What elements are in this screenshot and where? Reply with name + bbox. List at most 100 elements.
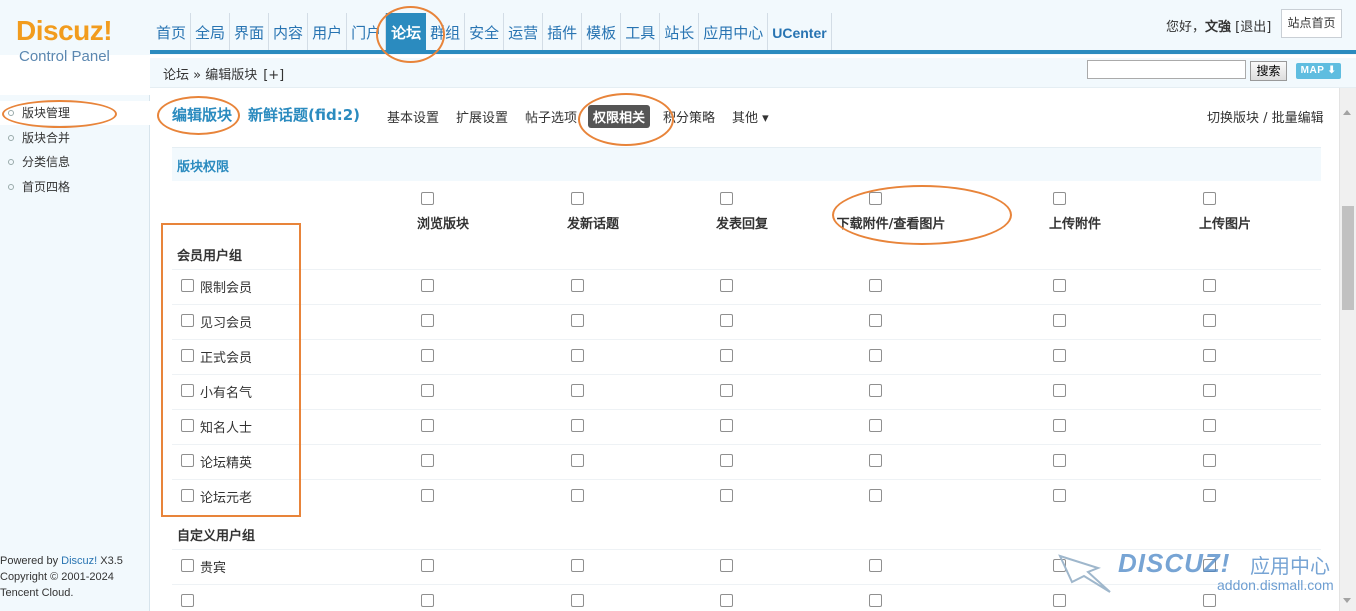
permission-checkbox[interactable] [421, 384, 434, 397]
switch-forum-link[interactable]: 切换版块 / 批量编辑 [1207, 107, 1324, 126]
row-select-checkbox[interactable] [181, 384, 194, 397]
row-select-checkbox[interactable] [181, 489, 194, 502]
permission-checkbox[interactable] [1203, 454, 1216, 467]
row-select-checkbox[interactable] [181, 454, 194, 467]
permission-checkbox[interactable] [1053, 384, 1066, 397]
nav-item-2[interactable]: 界面 [230, 13, 270, 50]
select-all-checkbox[interactable] [1053, 192, 1066, 205]
scrollbar-track[interactable] [1339, 88, 1356, 611]
tab-4[interactable]: 积分策略 [660, 107, 718, 126]
permission-checkbox[interactable] [720, 454, 733, 467]
scroll-up-arrow-icon[interactable] [1343, 110, 1351, 115]
nav-item-13[interactable]: 站长 [660, 13, 700, 50]
select-all-checkbox[interactable] [571, 192, 584, 205]
nav-item-1[interactable]: 全局 [191, 13, 231, 50]
permission-checkbox[interactable] [720, 489, 733, 502]
permission-checkbox[interactable] [720, 419, 733, 432]
permission-checkbox[interactable] [421, 314, 434, 327]
permission-checkbox[interactable] [1053, 314, 1066, 327]
permission-checkbox[interactable] [1203, 384, 1216, 397]
site-home-button[interactable]: 站点首页 [1281, 9, 1342, 38]
sidebar-item-3[interactable]: 首页四格 [0, 175, 150, 199]
permission-checkbox[interactable] [869, 279, 882, 292]
sidebar-item-0[interactable]: 版块管理 [0, 101, 150, 125]
permission-checkbox[interactable] [421, 349, 434, 362]
tab-5[interactable]: 其他 ▾ [729, 107, 772, 126]
permission-checkbox[interactable] [571, 384, 584, 397]
row-select-checkbox[interactable] [181, 349, 194, 362]
permission-checkbox[interactable] [869, 419, 882, 432]
permission-checkbox[interactable] [869, 454, 882, 467]
permission-checkbox[interactable] [571, 489, 584, 502]
permission-checkbox[interactable] [1203, 279, 1216, 292]
sidebar-item-1[interactable]: 版块合并 [0, 126, 150, 150]
permission-checkbox[interactable] [1053, 489, 1066, 502]
permission-checkbox[interactable] [1203, 594, 1216, 607]
row-select-checkbox[interactable] [181, 419, 194, 432]
permission-checkbox[interactable] [421, 489, 434, 502]
permission-checkbox[interactable] [1053, 594, 1066, 607]
nav-item-15[interactable]: UCenter [768, 13, 832, 50]
scrollbar-thumb[interactable] [1342, 206, 1354, 310]
permission-checkbox[interactable] [571, 594, 584, 607]
tab-1[interactable]: 扩展设置 [453, 107, 511, 126]
select-all-checkbox[interactable] [1203, 192, 1216, 205]
row-select-checkbox[interactable] [181, 279, 194, 292]
nav-item-11[interactable]: 模板 [582, 13, 622, 50]
nav-item-14[interactable]: 应用中心 [699, 13, 769, 50]
map-button[interactable]: MAP ⬇ [1296, 63, 1341, 79]
select-all-checkbox[interactable] [720, 192, 733, 205]
powered-by-link[interactable]: Discuz! [61, 555, 97, 567]
nav-item-0[interactable]: 首页 [152, 13, 192, 50]
permission-checkbox[interactable] [869, 489, 882, 502]
permission-checkbox[interactable] [571, 349, 584, 362]
permission-checkbox[interactable] [1203, 349, 1216, 362]
logout-link[interactable]: [退出] [1235, 20, 1271, 35]
permission-checkbox[interactable] [869, 594, 882, 607]
select-all-checkbox[interactable] [421, 192, 434, 205]
tab-2[interactable]: 帖子选项 [522, 107, 580, 126]
breadcrumb-add-link[interactable]: [+] [263, 68, 284, 83]
permission-checkbox[interactable] [1053, 559, 1066, 572]
permission-checkbox[interactable] [720, 594, 733, 607]
logo[interactable]: Discuz! [16, 16, 113, 46]
permission-checkbox[interactable] [1053, 349, 1066, 362]
permission-checkbox[interactable] [1053, 279, 1066, 292]
permission-checkbox[interactable] [869, 384, 882, 397]
row-select-checkbox[interactable] [181, 594, 194, 607]
permission-checkbox[interactable] [720, 384, 733, 397]
row-select-checkbox[interactable] [181, 314, 194, 327]
select-all-checkbox[interactable] [869, 192, 882, 205]
permission-checkbox[interactable] [571, 454, 584, 467]
permission-checkbox[interactable] [421, 559, 434, 572]
tab-0[interactable]: 基本设置 [384, 107, 442, 126]
permission-checkbox[interactable] [571, 279, 584, 292]
tab-3[interactable]: 权限相关 [588, 105, 651, 128]
permission-checkbox[interactable] [720, 349, 733, 362]
permission-checkbox[interactable] [720, 279, 733, 292]
row-select-checkbox[interactable] [181, 559, 194, 572]
nav-item-10[interactable]: 插件 [543, 13, 583, 50]
permission-checkbox[interactable] [1203, 314, 1216, 327]
scroll-down-arrow-icon[interactable] [1343, 598, 1351, 603]
permission-checkbox[interactable] [1053, 419, 1066, 432]
permission-checkbox[interactable] [421, 419, 434, 432]
permission-checkbox[interactable] [869, 349, 882, 362]
nav-item-3[interactable]: 内容 [269, 13, 309, 50]
nav-item-12[interactable]: 工具 [621, 13, 661, 50]
nav-item-8[interactable]: 安全 [465, 13, 505, 50]
permission-checkbox[interactable] [421, 279, 434, 292]
forum-name[interactable]: 新鲜话题(fid:2) [248, 104, 360, 125]
permission-checkbox[interactable] [869, 559, 882, 572]
permission-checkbox[interactable] [1053, 454, 1066, 467]
permission-checkbox[interactable] [571, 559, 584, 572]
nav-item-4[interactable]: 用户 [308, 13, 348, 50]
permission-checkbox[interactable] [421, 594, 434, 607]
permission-checkbox[interactable] [571, 314, 584, 327]
sidebar-item-2[interactable]: 分类信息 [0, 150, 150, 174]
nav-item-5[interactable]: 门户 [347, 13, 387, 50]
search-button[interactable]: 搜索 [1250, 61, 1287, 81]
permission-checkbox[interactable] [869, 314, 882, 327]
nav-item-7[interactable]: 群组 [426, 13, 466, 50]
permission-checkbox[interactable] [720, 559, 733, 572]
